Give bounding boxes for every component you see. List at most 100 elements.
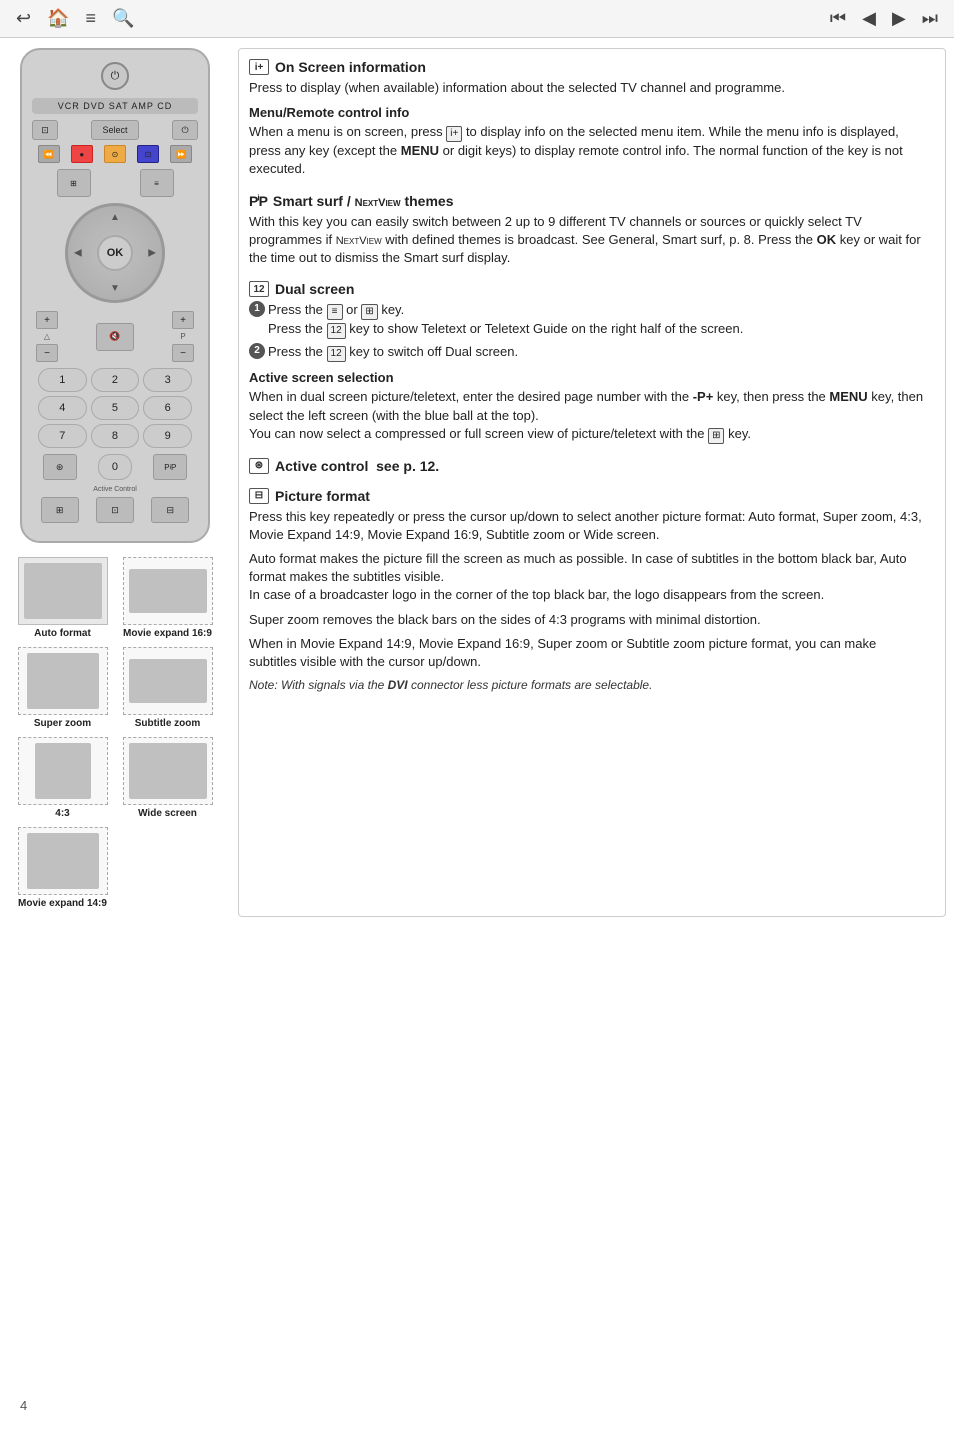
thumb-subtitle-zoom: Subtitle zoom bbox=[115, 647, 220, 729]
record-button[interactable]: ● bbox=[71, 145, 93, 163]
iplus-key: i+ bbox=[446, 126, 462, 142]
num-8-button[interactable]: 8 bbox=[91, 424, 140, 448]
thumb-super-zoom: Super zoom bbox=[10, 647, 115, 729]
prev-icon[interactable]: ◀ bbox=[862, 8, 876, 29]
av-button[interactable]: ⊡ bbox=[32, 120, 58, 140]
rewind-button[interactable]: ⏪ bbox=[38, 145, 60, 163]
active-ctrl-label: Active Control bbox=[32, 486, 198, 493]
picture-format-para-3: Super zoom removes the black bars on the… bbox=[249, 611, 925, 629]
teletext-key: ≡ bbox=[327, 304, 343, 320]
format-button[interactable]: ⊡ bbox=[96, 497, 134, 523]
thumb-movie-expand-14-9: Movie expand 14:9 bbox=[10, 827, 115, 909]
menu-remote-body: When a menu is on screen, press i+ to di… bbox=[249, 123, 925, 178]
section-picture-format: ⊟ Picture format Press this key repeated… bbox=[249, 488, 925, 694]
nav-ring-container: ▲ ▼ ◀ ▶ OK bbox=[32, 203, 198, 303]
document-icon[interactable]: ≡ bbox=[86, 8, 97, 29]
thumb-super-zoom-box bbox=[18, 647, 108, 715]
thumb-4-3-label: 4:3 bbox=[55, 808, 69, 819]
step-2-content: Press the 12 key to switch off Dual scre… bbox=[268, 343, 925, 362]
next-icon[interactable]: ▶ bbox=[892, 8, 906, 29]
picture-format-para-2: Auto format makes the picture fill the s… bbox=[249, 550, 925, 605]
skip-back-icon[interactable]: ⏮ bbox=[830, 8, 846, 29]
skip-forward-icon[interactable]: ⏭ bbox=[922, 8, 938, 29]
smart-surf-body: With this key you can easily switch betw… bbox=[249, 213, 925, 268]
thumb-4-3-box bbox=[18, 737, 108, 805]
ch-up-button[interactable]: + bbox=[172, 311, 194, 329]
menu-remote-title: Menu/Remote control info bbox=[249, 105, 925, 120]
screen-movie16 bbox=[129, 569, 207, 613]
pip-button[interactable]: PiP bbox=[153, 454, 187, 480]
nav-down-button[interactable]: ▼ bbox=[110, 283, 120, 294]
num-1-button[interactable]: 1 bbox=[38, 368, 87, 392]
nav-right-button[interactable]: ▶ bbox=[148, 248, 156, 259]
power-button[interactable]: ⏻ bbox=[101, 62, 129, 90]
dual-screen-title: 12 Dual screen bbox=[249, 281, 925, 297]
pip-icon-badge: PiP bbox=[249, 193, 267, 209]
pause-button[interactable]: ⊙ bbox=[104, 145, 126, 163]
num-5-button[interactable]: 5 bbox=[91, 396, 140, 420]
num-3-button[interactable]: 3 bbox=[143, 368, 192, 392]
screen-43 bbox=[35, 743, 91, 799]
thumb-movie-expand-14-9-box bbox=[18, 827, 108, 895]
main-layout: ⏻ VCR DVD SAT AMP CD ⊡ Select ⏻ ⏪ ● ⊙ ⊡ … bbox=[0, 38, 954, 927]
back-icon[interactable]: ↩ bbox=[16, 8, 31, 29]
twelve-key-2: 12 bbox=[327, 346, 346, 362]
mid-row: ⊡ Select ⏻ bbox=[32, 120, 198, 140]
num-9-button[interactable]: 9 bbox=[143, 424, 192, 448]
active-control-title: ⊛ Active control see p. 12. bbox=[249, 458, 925, 474]
active-ctrl-icon-badge: ⊛ bbox=[249, 458, 269, 474]
thumb-auto-format-box bbox=[18, 557, 108, 625]
nav-left-button[interactable]: ◀ bbox=[74, 248, 82, 259]
dual-screen-button[interactable]: ⊞ bbox=[41, 497, 79, 523]
ch-label: P bbox=[180, 332, 185, 341]
on-screen-info-heading: On Screen information bbox=[275, 59, 426, 75]
nav-ring: ▲ ▼ ◀ ▶ OK bbox=[65, 203, 165, 303]
dual-step-1: 1 Press the ≡ or ⊞ key. Press the 12 key… bbox=[249, 301, 925, 339]
section-active-control: ⊛ Active control see p. 12. bbox=[249, 458, 925, 474]
num-2-button[interactable]: 2 bbox=[91, 368, 140, 392]
stop-button[interactable]: ⊡ bbox=[137, 145, 159, 163]
active-control-heading: Active control see p. 12. bbox=[275, 458, 439, 474]
search-icon[interactable]: 🔍 bbox=[112, 8, 134, 29]
thumb-subtitle-zoom-box bbox=[123, 647, 213, 715]
picture-format-para-1: Press this key repeatedly or press the c… bbox=[249, 508, 925, 544]
thumb-movie-expand-14-9-label: Movie expand 14:9 bbox=[18, 898, 107, 909]
select-button[interactable]: Select bbox=[91, 120, 139, 140]
num-4-button[interactable]: 4 bbox=[38, 396, 87, 420]
ch-down-button[interactable]: − bbox=[172, 344, 194, 362]
subtitle-button[interactable]: ≡ bbox=[140, 169, 174, 197]
active-screen-title: Active screen selection bbox=[249, 370, 925, 385]
mute-button[interactable]: 🔇 bbox=[96, 323, 134, 351]
page-number: 4 bbox=[20, 1398, 27, 1413]
thumb-4-3: 4:3 bbox=[10, 737, 115, 819]
screen-movie14 bbox=[27, 833, 99, 889]
vol-label: △ bbox=[44, 332, 50, 341]
vol-up-button[interactable]: + bbox=[36, 311, 58, 329]
step-1-content: Press the ≡ or ⊞ key. Press the 12 key t… bbox=[268, 301, 925, 339]
left-column: ⏻ VCR DVD SAT AMP CD ⊡ Select ⏻ ⏪ ● ⊙ ⊡ … bbox=[0, 48, 230, 917]
on-screen-info-title: i+ On Screen information bbox=[249, 59, 925, 75]
standby-button[interactable]: ⏻ bbox=[172, 120, 198, 140]
num-7-button[interactable]: 7 bbox=[38, 424, 87, 448]
home-icon[interactable]: 🏠 bbox=[47, 8, 69, 29]
vol-down-button[interactable]: − bbox=[36, 344, 58, 362]
ok-button[interactable]: OK bbox=[97, 235, 133, 271]
num-6-button[interactable]: 6 bbox=[143, 396, 192, 420]
info-button[interactable]: ⊟ bbox=[151, 497, 189, 523]
picture-format-title: ⊟ Picture format bbox=[249, 488, 925, 504]
vol-ch-row: + △ − 🔇 + P − bbox=[32, 311, 198, 362]
teletext-button[interactable]: ⊞ bbox=[57, 169, 91, 197]
twelve-key: 12 bbox=[327, 323, 346, 339]
volume-group: + △ − bbox=[36, 311, 58, 362]
format-key-2: ⊞ bbox=[708, 428, 724, 444]
thumb-wide-screen-box bbox=[123, 737, 213, 805]
picture-format-thumbnails: Auto format Movie expand 16:9 Super zoom bbox=[10, 557, 220, 917]
format-key: ⊞ bbox=[361, 304, 377, 320]
active-ctrl-button[interactable]: ⊛ bbox=[43, 454, 77, 480]
section-on-screen-info: i+ On Screen information Press to displa… bbox=[249, 59, 925, 179]
step-1-circle: 1 bbox=[249, 301, 265, 317]
nav-up-button[interactable]: ▲ bbox=[110, 212, 120, 223]
num-0-button[interactable]: 0 bbox=[98, 454, 132, 480]
forward-button[interactable]: ⏩ bbox=[170, 145, 192, 163]
thumb-super-zoom-label: Super zoom bbox=[34, 718, 91, 729]
